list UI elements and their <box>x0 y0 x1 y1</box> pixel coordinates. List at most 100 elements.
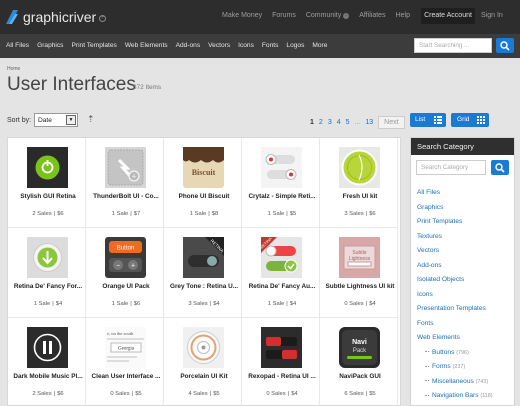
clean-user-interface-thumbnail: e, on the southGeorgia <box>105 327 146 368</box>
retina-fancy-au-thumbnail: RETINA <box>261 237 302 278</box>
category-search-button[interactable] <box>491 160 509 175</box>
nav-vectors[interactable]: Vectors <box>208 42 230 49</box>
item-title[interactable]: Fresh UI kit <box>322 193 398 200</box>
item-title[interactable]: Orange UI Pack <box>88 283 164 290</box>
item-title[interactable]: Dark Mobile Music Pl... <box>10 373 86 380</box>
pagination: 1 2 3 4 5 ... 13 Next <box>310 116 405 129</box>
item-title[interactable]: Stylish GUI Retina <box>10 193 86 200</box>
nav-icons[interactable]: Icons <box>238 42 254 49</box>
subcategory-navigation-bars[interactable]: Navigation Bars (118) <box>417 392 493 406</box>
search-input[interactable]: Start Searching ... <box>414 38 492 53</box>
subcategory-buttons[interactable]: Buttons (796) <box>417 349 493 364</box>
category-isolated-objects[interactable]: Isolated Objects <box>417 276 493 291</box>
nav-more[interactable]: More <box>312 42 327 49</box>
forums-link[interactable]: Forums <box>272 12 296 19</box>
nav-graphics[interactable]: Graphics <box>37 42 63 49</box>
category-add-ons[interactable]: Add-ons <box>417 262 493 277</box>
category-print-templates[interactable]: Print Templates <box>417 218 493 233</box>
item-card[interactable]: Subtle Lightness Subtle Lightness UI kit … <box>320 228 398 318</box>
item-sales: 1 Sale <box>267 211 285 217</box>
sign-in-link[interactable]: Sign In <box>481 12 503 19</box>
help-link[interactable]: Help <box>396 12 410 19</box>
nav-fonts[interactable]: Fonts <box>262 42 279 49</box>
category-search-input[interactable]: Search Category <box>416 160 486 175</box>
next-page-button[interactable]: Next <box>378 116 405 129</box>
community-label: Community <box>305 12 342 19</box>
category-fonts[interactable]: Fonts <box>417 320 493 335</box>
item-card[interactable]: Retina De' Fancy For... 1 Sale | $4 <box>8 228 86 318</box>
item-card[interactable]: Biscuit Phone UI Biscuit 1 Sale | $8 <box>164 138 242 228</box>
page-3[interactable]: 3 <box>328 119 332 126</box>
item-title[interactable]: Clean User Interface ... <box>88 373 164 380</box>
subcategory-forms[interactable]: Forms (237) <box>417 363 493 378</box>
site-logo[interactable]: graphicriver + <box>4 6 107 28</box>
subtle-lightness-thumbnail: SubtleLightness <box>339 237 380 278</box>
item-price: $4 <box>291 391 298 397</box>
fresh-ui-kit-thumbnail <box>339 147 380 188</box>
item-title[interactable]: Porcelain UI Kit <box>166 373 242 380</box>
item-stats: 6 Sales | $5 <box>344 391 376 397</box>
category-graphics[interactable]: Graphics <box>417 204 493 219</box>
page-13[interactable]: 13 <box>365 119 373 126</box>
page-1[interactable]: 1 <box>310 119 314 126</box>
item-card[interactable]: Navi Pack NaviPack GUI 6 Sales | $5 <box>320 318 398 406</box>
item-card[interactable]: + ThunderBolt UI - Co... 1 Sale | $7 <box>86 138 164 228</box>
item-card[interactable]: e, on the south Georgia Clean User Interf… <box>86 318 164 406</box>
item-title[interactable]: ThunderBolt UI - Co... <box>88 193 164 200</box>
item-title[interactable]: Crytalz - Simple Reti... <box>244 193 320 200</box>
item-card[interactable]: Crytalz - Simple Reti... 1 Sale | $5 <box>242 138 320 228</box>
item-price: $5 <box>289 211 297 217</box>
nav-print-templates[interactable]: Print Templates <box>71 42 116 49</box>
make-money-link[interactable]: Make Money <box>222 12 262 19</box>
item-title[interactable]: NaviPack GUI <box>322 373 398 380</box>
nav-add-ons[interactable]: Add-ons <box>176 42 201 49</box>
category-icons[interactable]: Icons <box>417 291 493 306</box>
item-card[interactable]: Porcelain UI Kit 4 Sales | $5 <box>164 318 242 406</box>
item-title[interactable]: Grey Tone : Retina U... <box>166 283 242 290</box>
item-card[interactable]: RETINA Grey Tone : Retina U... 3 Sales | $… <box>164 228 242 318</box>
nav-web-elements[interactable]: Web Elements <box>125 42 168 49</box>
item-title[interactable]: Retina De' Fancy Au... <box>244 283 320 290</box>
grid-view-button[interactable]: Grid <box>451 113 489 127</box>
category-all-files[interactable]: All Files <box>417 189 493 204</box>
subcategory-count: (743) <box>475 378 489 385</box>
sort-direction-icon[interactable]: ⇡ <box>87 114 95 125</box>
item-sales: 0 Sales <box>344 301 364 307</box>
nav-logos[interactable]: Logos <box>286 42 304 49</box>
nav-all-files[interactable]: All Files <box>6 42 29 49</box>
item-card[interactable]: Dark Mobile Music Pl... 2 Sales | $6 <box>8 318 86 406</box>
item-card[interactable]: Fresh UI kit 3 Sales | $6 <box>320 138 398 228</box>
navi-line2: Pack <box>353 348 367 354</box>
item-stats: 1 Sale | $4 <box>267 301 297 307</box>
affiliates-link[interactable]: Affiliates <box>359 12 385 19</box>
phone-ui-biscuit-thumbnail: Biscuit <box>183 147 224 188</box>
list-view-button[interactable]: List <box>410 113 446 127</box>
item-title[interactable]: Phone UI Biscuit <box>166 193 242 200</box>
item-title[interactable]: Subtle Lightness UI kit <box>322 283 398 290</box>
item-card[interactable]: RETINA Retina De' Fancy Au... 1 Sale | $4 <box>242 228 320 318</box>
subcategory-miscellaneous[interactable]: Miscellaneous (743) <box>417 378 493 393</box>
category-vectors[interactable]: Vectors <box>417 247 493 262</box>
category-textures[interactable]: Textures <box>417 233 493 248</box>
sort-select[interactable]: Date ▼ <box>34 113 78 127</box>
navipack-thumbnail: Navi Pack <box>339 327 380 368</box>
item-price: $5 <box>213 391 220 397</box>
breadcrumb[interactable]: Home <box>7 66 20 72</box>
item-card[interactable]: Rexopad - Retina UI ... 0 Sales | $4 <box>242 318 320 406</box>
create-account-button[interactable]: Create Account <box>421 8 475 24</box>
item-stats: 3 Sales | $6 <box>344 211 376 217</box>
category-presentation-templates[interactable]: Presentation Templates <box>417 305 493 320</box>
item-price: $6 <box>57 211 64 217</box>
item-title[interactable]: Rexopad - Retina UI ... <box>244 373 320 380</box>
item-card[interactable]: Stylish GUI Retina 2 Sales | $6 <box>8 138 86 228</box>
item-title[interactable]: Retina De' Fancy For... <box>10 283 86 290</box>
item-stats: 1 Sale | $5 <box>267 211 297 217</box>
item-card[interactable]: Button − + Orange UI Pack 1 Sale | $6 <box>86 228 164 318</box>
page-2[interactable]: 2 <box>319 119 323 126</box>
search-button[interactable] <box>496 38 514 53</box>
page-5[interactable]: 5 <box>346 119 350 126</box>
page-4[interactable]: 4 <box>337 119 341 126</box>
list-label: List <box>415 116 426 123</box>
category-web-elements[interactable]: Web Elements <box>417 334 493 349</box>
community-link[interactable]: Community ◦ <box>305 12 350 19</box>
